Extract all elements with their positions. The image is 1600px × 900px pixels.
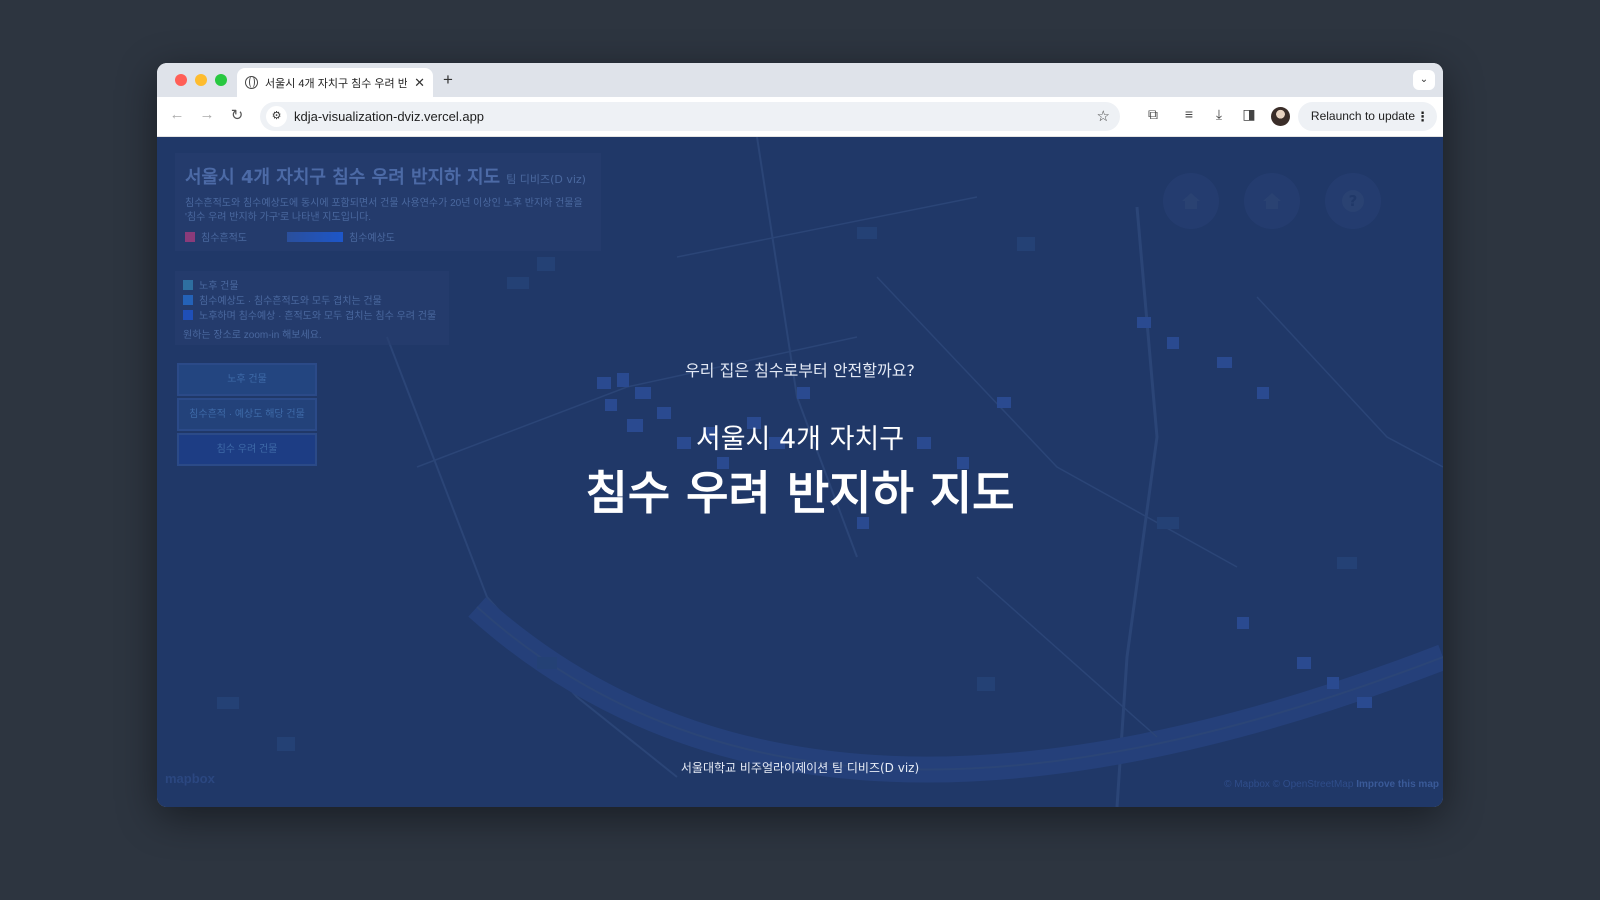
home-button[interactable] [1163, 173, 1219, 229]
building-legend-panel: 노후 건물 침수예상도 · 침수흔적도와 모두 겹치는 건물 노후하며 침수예상… [175, 271, 449, 345]
browser-window: 서울시 4개 자치구 침수 우려 반지하 지도 ✕ + ⌄ ← → ↻ ⚙ kd… [157, 63, 1443, 807]
help-icon: ? [1342, 190, 1364, 212]
map-title-text: 서울시 4개 자치구 침수 우려 반지하 지도 [185, 167, 501, 188]
legend-item-label: 노후하며 침수예상 · 흔적도와 모두 겹치는 침수 우려 건물 [199, 311, 437, 322]
profile-avatar[interactable] [1271, 107, 1290, 126]
legend-item: 노후하며 침수예상 · 흔적도와 모두 겹치는 침수 우려 건물 [183, 307, 441, 322]
tab-bar: 서울시 4개 자치구 침수 우려 반지하 지도 ✕ + ⌄ [157, 63, 1443, 97]
close-window-button[interactable] [175, 74, 187, 86]
hero-title: 침수 우려 반지하 지도 [585, 466, 1015, 520]
relaunch-button[interactable]: Relaunch to update ⋮ [1297, 102, 1437, 131]
map-title-credit: 팀 디비즈(D viz) [506, 173, 586, 186]
close-tab-icon[interactable]: ✕ [414, 75, 425, 91]
extensions-icon[interactable]: ⧉ [1143, 106, 1163, 123]
hero-question: 우리 집은 침수로부터 안전할까요? [685, 361, 915, 380]
trace-swatch [185, 231, 195, 242]
map-description-line: '침수 우려 반지하 가구'로 나타낸 지도입니다. [185, 212, 372, 223]
page-viewport: 서울시 4개 자치구 침수 우려 반지하 지도 팀 디비즈(D viz) 침수흔적… [157, 137, 1443, 807]
side-panel-icon[interactable]: ◨ [1239, 106, 1259, 123]
map-description: 침수흔적도와 침수예상도에 동시에 포함되면서 건물 사용연수가 20년 이상인… [185, 197, 591, 225]
risk-swatch [183, 309, 193, 320]
site-info-icon[interactable]: ⚙ [266, 106, 287, 127]
legend-trace-label: 침수흔적도 [201, 233, 247, 244]
attribution-text[interactable]: © Mapbox © OpenStreetMap [1224, 779, 1353, 790]
forecast-gradient-bar [287, 231, 343, 242]
url-text[interactable]: kdja-visualization-dviz.vercel.app [294, 109, 484, 124]
legend-forecast-label: 침수예상도 [349, 233, 395, 244]
map-attribution: © Mapbox © OpenStreetMap Improve this ma… [1224, 779, 1439, 790]
legend-item-label: 노후 건물 [199, 281, 239, 292]
active-tab[interactable]: 서울시 4개 자치구 침수 우려 반지하 지도 ✕ [237, 68, 433, 97]
flood-legend: 침수흔적도 침수예상도 [185, 229, 591, 244]
overlap-swatch [183, 294, 193, 305]
star-icon[interactable]: ☆ [1097, 107, 1110, 125]
forward-arrow-icon[interactable]: → [197, 106, 217, 123]
map-title: 서울시 4개 자치구 침수 우려 반지하 지도 팀 디비즈(D viz) [185, 163, 591, 189]
help-glyph: ? [1349, 192, 1358, 210]
relaunch-label: Relaunch to update [1310, 109, 1415, 123]
tab-search-button[interactable]: ⌄ [1413, 70, 1435, 90]
media-icon[interactable]: ≡ [1179, 106, 1199, 122]
reload-icon[interactable]: ↻ [227, 106, 247, 124]
map-info-panel: 서울시 4개 자치구 침수 우려 반지하 지도 팀 디비즈(D viz) 침수흔적… [175, 153, 601, 251]
help-button[interactable]: ? [1325, 173, 1381, 229]
home-icon [1263, 193, 1281, 209]
aged-swatch [183, 279, 193, 290]
improve-map-link[interactable]: Improve this map [1356, 779, 1439, 790]
back-arrow-icon[interactable]: ← [167, 106, 187, 123]
address-bar[interactable]: ⚙ kdja-visualization-dviz.vercel.app ☆ [260, 102, 1120, 131]
globe-icon [245, 76, 258, 89]
legend-item-label: 침수예상도 · 침수흔적도와 모두 겹치는 건물 [199, 296, 382, 307]
more-vert-icon[interactable]: ⋮ [1416, 102, 1429, 131]
zoom-window-button[interactable] [215, 74, 227, 86]
traffic-lights [175, 74, 227, 86]
new-tab-button[interactable]: + [443, 70, 453, 90]
map-description-line: 침수흔적도와 침수예상도에 동시에 포함되면서 건물 사용연수가 20년 이상인… [185, 198, 583, 209]
minimize-window-button[interactable] [195, 74, 207, 86]
footer-credit: 서울대학교 비주얼라이제이션 팀 디비즈(D viz) [680, 761, 920, 775]
hero-subtitle: 서울시 4개 자치구 [695, 424, 905, 455]
mapbox-logo[interactable]: mapbox [165, 771, 215, 786]
legend-item: 침수예상도 · 침수흔적도와 모두 겹치는 건물 [183, 292, 441, 307]
home-icon [1182, 193, 1200, 209]
zoom-hint: 원하는 장소로 zoom-in 해보세요. [183, 330, 322, 341]
download-icon[interactable]: ⤓ [1209, 106, 1229, 123]
tab-title: 서울시 4개 자치구 침수 우려 반지하 지도 [265, 77, 408, 90]
browser-toolbar: ← → ↻ ⚙ kdja-visualization-dviz.vercel.a… [157, 97, 1443, 137]
legend-item: 노후 건물 [183, 277, 441, 292]
home-button-2[interactable] [1244, 173, 1300, 229]
